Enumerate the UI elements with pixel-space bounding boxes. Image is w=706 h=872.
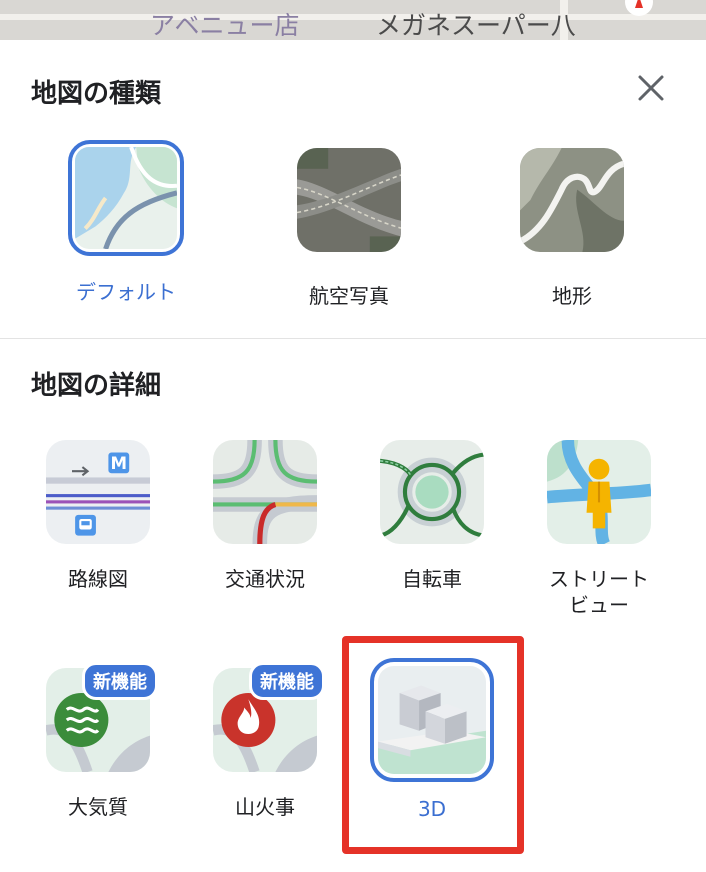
detail-traffic[interactable]: 交通状況 xyxy=(195,440,335,592)
terrain-icon xyxy=(520,148,624,252)
transit-thumbnail: M xyxy=(46,440,150,544)
detail-wildfire[interactable]: 新機能 山火事 xyxy=(195,662,335,820)
detail-air-quality[interactable]: 新機能 大気質 xyxy=(28,662,168,820)
detail-label: ストリート ビュー xyxy=(529,566,669,618)
new-feature-badge: 新機能 xyxy=(249,662,325,700)
map-type-label: 地形 xyxy=(552,284,592,308)
default-map-icon xyxy=(75,147,177,249)
satellite-icon xyxy=(297,148,401,252)
map-place-label: アベニュー店 xyxy=(150,11,300,40)
map-place-label: メガネスーパー八 xyxy=(376,11,576,40)
map-road xyxy=(0,14,706,20)
svg-text:M: M xyxy=(111,454,128,473)
wildfire-thumbnail: 新機能 xyxy=(213,662,325,772)
map-type-satellite[interactable]: 航空写真 xyxy=(287,140,411,309)
detail-label-line: ストリート xyxy=(549,567,649,591)
traffic-icon xyxy=(213,440,317,544)
detail-label: 交通状況 xyxy=(225,567,305,591)
detail-label: 大気質 xyxy=(68,795,128,819)
bicycle-thumbnail xyxy=(380,440,484,544)
transit-map-icon: M xyxy=(46,440,150,544)
detail-transit[interactable]: M 路線図 xyxy=(28,440,168,592)
terrain-thumbnail xyxy=(520,148,624,252)
map-type-terrain[interactable]: 地形 xyxy=(510,140,634,309)
air-quality-thumbnail: 新機能 xyxy=(46,662,158,772)
new-feature-badge: 新機能 xyxy=(82,662,158,700)
default-map-thumbnail xyxy=(68,140,184,256)
compass-icon[interactable] xyxy=(624,0,654,24)
map-type-label: デフォルト xyxy=(76,280,176,304)
bicycle-map-icon xyxy=(380,440,484,544)
traffic-thumbnail xyxy=(213,440,317,544)
map-type-default[interactable]: デフォルト xyxy=(64,140,188,305)
highlight-annotation-box xyxy=(342,636,524,854)
detail-street-view[interactable]: ストリート ビュー xyxy=(529,440,669,618)
map-background[interactable]: アベニュー店 メガネスーパー八 xyxy=(0,0,706,40)
detail-label: 路線図 xyxy=(68,567,128,591)
map-type-title: 地図の種類 xyxy=(31,79,162,109)
map-details-title: 地図の詳細 xyxy=(31,371,162,401)
section-divider xyxy=(0,338,706,339)
street-view-thumbnail xyxy=(547,440,651,544)
detail-label: 山火事 xyxy=(235,795,295,819)
satellite-thumbnail xyxy=(297,148,401,252)
detail-label: 自転車 xyxy=(402,567,462,591)
detail-label-line: ビュー xyxy=(569,593,629,617)
map-type-label: 航空写真 xyxy=(309,284,389,308)
street-view-icon xyxy=(547,440,651,544)
detail-bicycle[interactable]: 自転車 xyxy=(362,440,502,592)
close-icon[interactable] xyxy=(636,73,666,103)
